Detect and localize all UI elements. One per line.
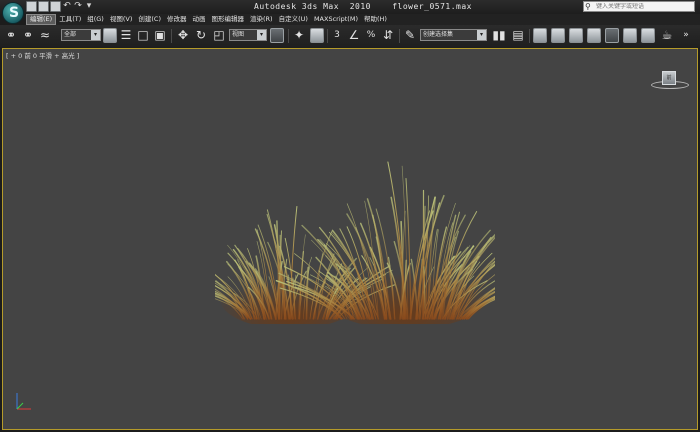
menu-group[interactable]: 组(G) <box>84 14 107 25</box>
snap-label: 3 <box>334 30 340 40</box>
render-teapot-icon[interactable]: ☕ <box>660 28 674 43</box>
window-crossing-icon[interactable]: ▣ <box>153 28 167 43</box>
help-search-input[interactable] <box>594 3 691 10</box>
selection-filter-dropdown[interactable]: 全部 ▾ <box>61 29 101 41</box>
help-search-box[interactable]: ⚲ <box>583 1 695 12</box>
search-icon: ⚲ <box>585 2 591 11</box>
snap-toggle-icon[interactable]: 3 <box>330 28 344 43</box>
unlink-icon[interactable]: ⚭ <box>21 28 35 43</box>
graphite-modeling-icon[interactable] <box>551 28 565 43</box>
grass-model[interactable] <box>215 149 495 324</box>
save-file-icon[interactable] <box>50 1 61 12</box>
menu-views[interactable]: 视图(V) <box>107 14 136 25</box>
menu-tools[interactable]: 工具(T) <box>56 14 84 25</box>
schematic-view-icon[interactable] <box>587 28 601 43</box>
axis-tripod-icon <box>16 393 31 410</box>
rotate-icon[interactable]: ↻ <box>194 28 208 43</box>
link-icon[interactable]: ⚭ <box>4 28 18 43</box>
menu-bar: 编辑(E) 工具(T) 组(G) 视图(V) 创建(C) 修改器 动画 图形编辑… <box>26 14 700 25</box>
toolbar-separator <box>327 29 328 43</box>
chevron-down-icon: ▾ <box>91 30 100 40</box>
title-bar: ↶ ↷ ▾ Autodesk 3ds Max 2010 flower_0571.… <box>0 0 700 14</box>
rectangular-selection-icon[interactable]: □ <box>136 28 150 43</box>
viewport-label[interactable]: [ + 0 前 0 平滑 + 高光 ] <box>6 50 79 60</box>
menu-modifiers[interactable]: 修改器 <box>164 14 190 25</box>
material-editor-icon[interactable] <box>605 28 619 43</box>
scale-icon[interactable]: ◰ <box>212 28 226 43</box>
viewcube-face[interactable]: 前 <box>662 71 676 85</box>
toolbar-separator <box>529 29 530 43</box>
chevron-down-icon: ▾ <box>477 30 486 40</box>
reference-coordinate-value: 视图 <box>232 31 245 38</box>
app-title: Autodesk 3ds Max 2010 flower_0571.max <box>254 2 472 11</box>
toolbar-overflow-icon[interactable]: » <box>679 28 693 43</box>
toolbar-separator <box>288 29 289 43</box>
toolbar-separator <box>171 29 172 43</box>
application-menu-button[interactable]: S <box>2 2 24 24</box>
move-icon[interactable]: ✥ <box>176 28 190 43</box>
new-file-icon[interactable] <box>26 1 37 12</box>
align-icon[interactable]: ▤ <box>511 28 525 43</box>
select-object-icon[interactable] <box>103 28 117 43</box>
angle-snap-icon[interactable]: ∠ <box>347 28 361 43</box>
spinner-snap-icon[interactable]: ⇵ <box>381 28 395 43</box>
pivot-point-icon[interactable] <box>270 28 284 43</box>
menu-customize[interactable]: 自定义(U) <box>276 14 311 25</box>
quick-access-toolbar: ↶ ↷ ▾ <box>26 1 94 13</box>
redo-icon[interactable]: ↷ <box>73 1 83 12</box>
menu-rendering[interactable]: 渲染(R) <box>247 14 276 25</box>
layer-manager-icon[interactable] <box>533 28 547 43</box>
rendered-frame-window-icon[interactable] <box>641 28 655 43</box>
grass-blades <box>215 161 495 320</box>
open-file-icon[interactable] <box>38 1 49 12</box>
menu-maxscript[interactable]: MAXScript(M) <box>311 14 361 25</box>
menu-help[interactable]: 帮助(H) <box>361 14 390 25</box>
menu-animation[interactable]: 动画 <box>190 14 209 25</box>
select-manipulate-icon[interactable]: ✦ <box>292 28 306 43</box>
chevron-down-icon: ▾ <box>257 30 266 40</box>
keyboard-shortcut-override-icon[interactable] <box>310 28 324 43</box>
main-toolbar: ⚭ ⚭ ≈ 全部 ▾ ☰ □ ▣ ✥ ↻ ◰ 视图 ▾ ✦ 3 ∠ % ⇵ ✎ … <box>0 25 700 48</box>
viewcube[interactable]: 前 <box>651 67 691 93</box>
selection-filter-value: 全部 <box>64 31 77 38</box>
reference-coordinate-dropdown[interactable]: 视图 ▾ <box>229 29 267 41</box>
menu-edit[interactable]: 编辑(E) <box>26 14 57 25</box>
named-selection-set-dropdown[interactable]: 创建选择集 ▾ <box>420 29 487 41</box>
bind-space-warp-icon[interactable]: ≈ <box>38 28 52 43</box>
edit-named-selection-icon[interactable]: ✎ <box>403 28 417 43</box>
named-selection-set-value: 创建选择集 <box>423 31 454 38</box>
mirror-icon[interactable]: ▮▮ <box>492 28 506 43</box>
render-setup-icon[interactable] <box>623 28 637 43</box>
front-viewport[interactable]: [ + 0 前 0 平滑 + 高光 ] 前 <box>2 48 698 430</box>
app-logo-icon: S <box>8 5 20 21</box>
quick-access-dropdown-icon[interactable]: ▾ <box>84 1 94 12</box>
menu-create[interactable]: 创建(C) <box>135 14 164 25</box>
menu-graph-editors[interactable]: 图形编辑器 <box>209 14 248 25</box>
curve-editor-icon[interactable] <box>569 28 583 43</box>
percent-snap-icon[interactable]: % <box>364 28 378 43</box>
toolbar-separator <box>399 29 400 43</box>
undo-icon[interactable]: ↶ <box>62 1 72 12</box>
select-by-name-icon[interactable]: ☰ <box>119 28 133 43</box>
